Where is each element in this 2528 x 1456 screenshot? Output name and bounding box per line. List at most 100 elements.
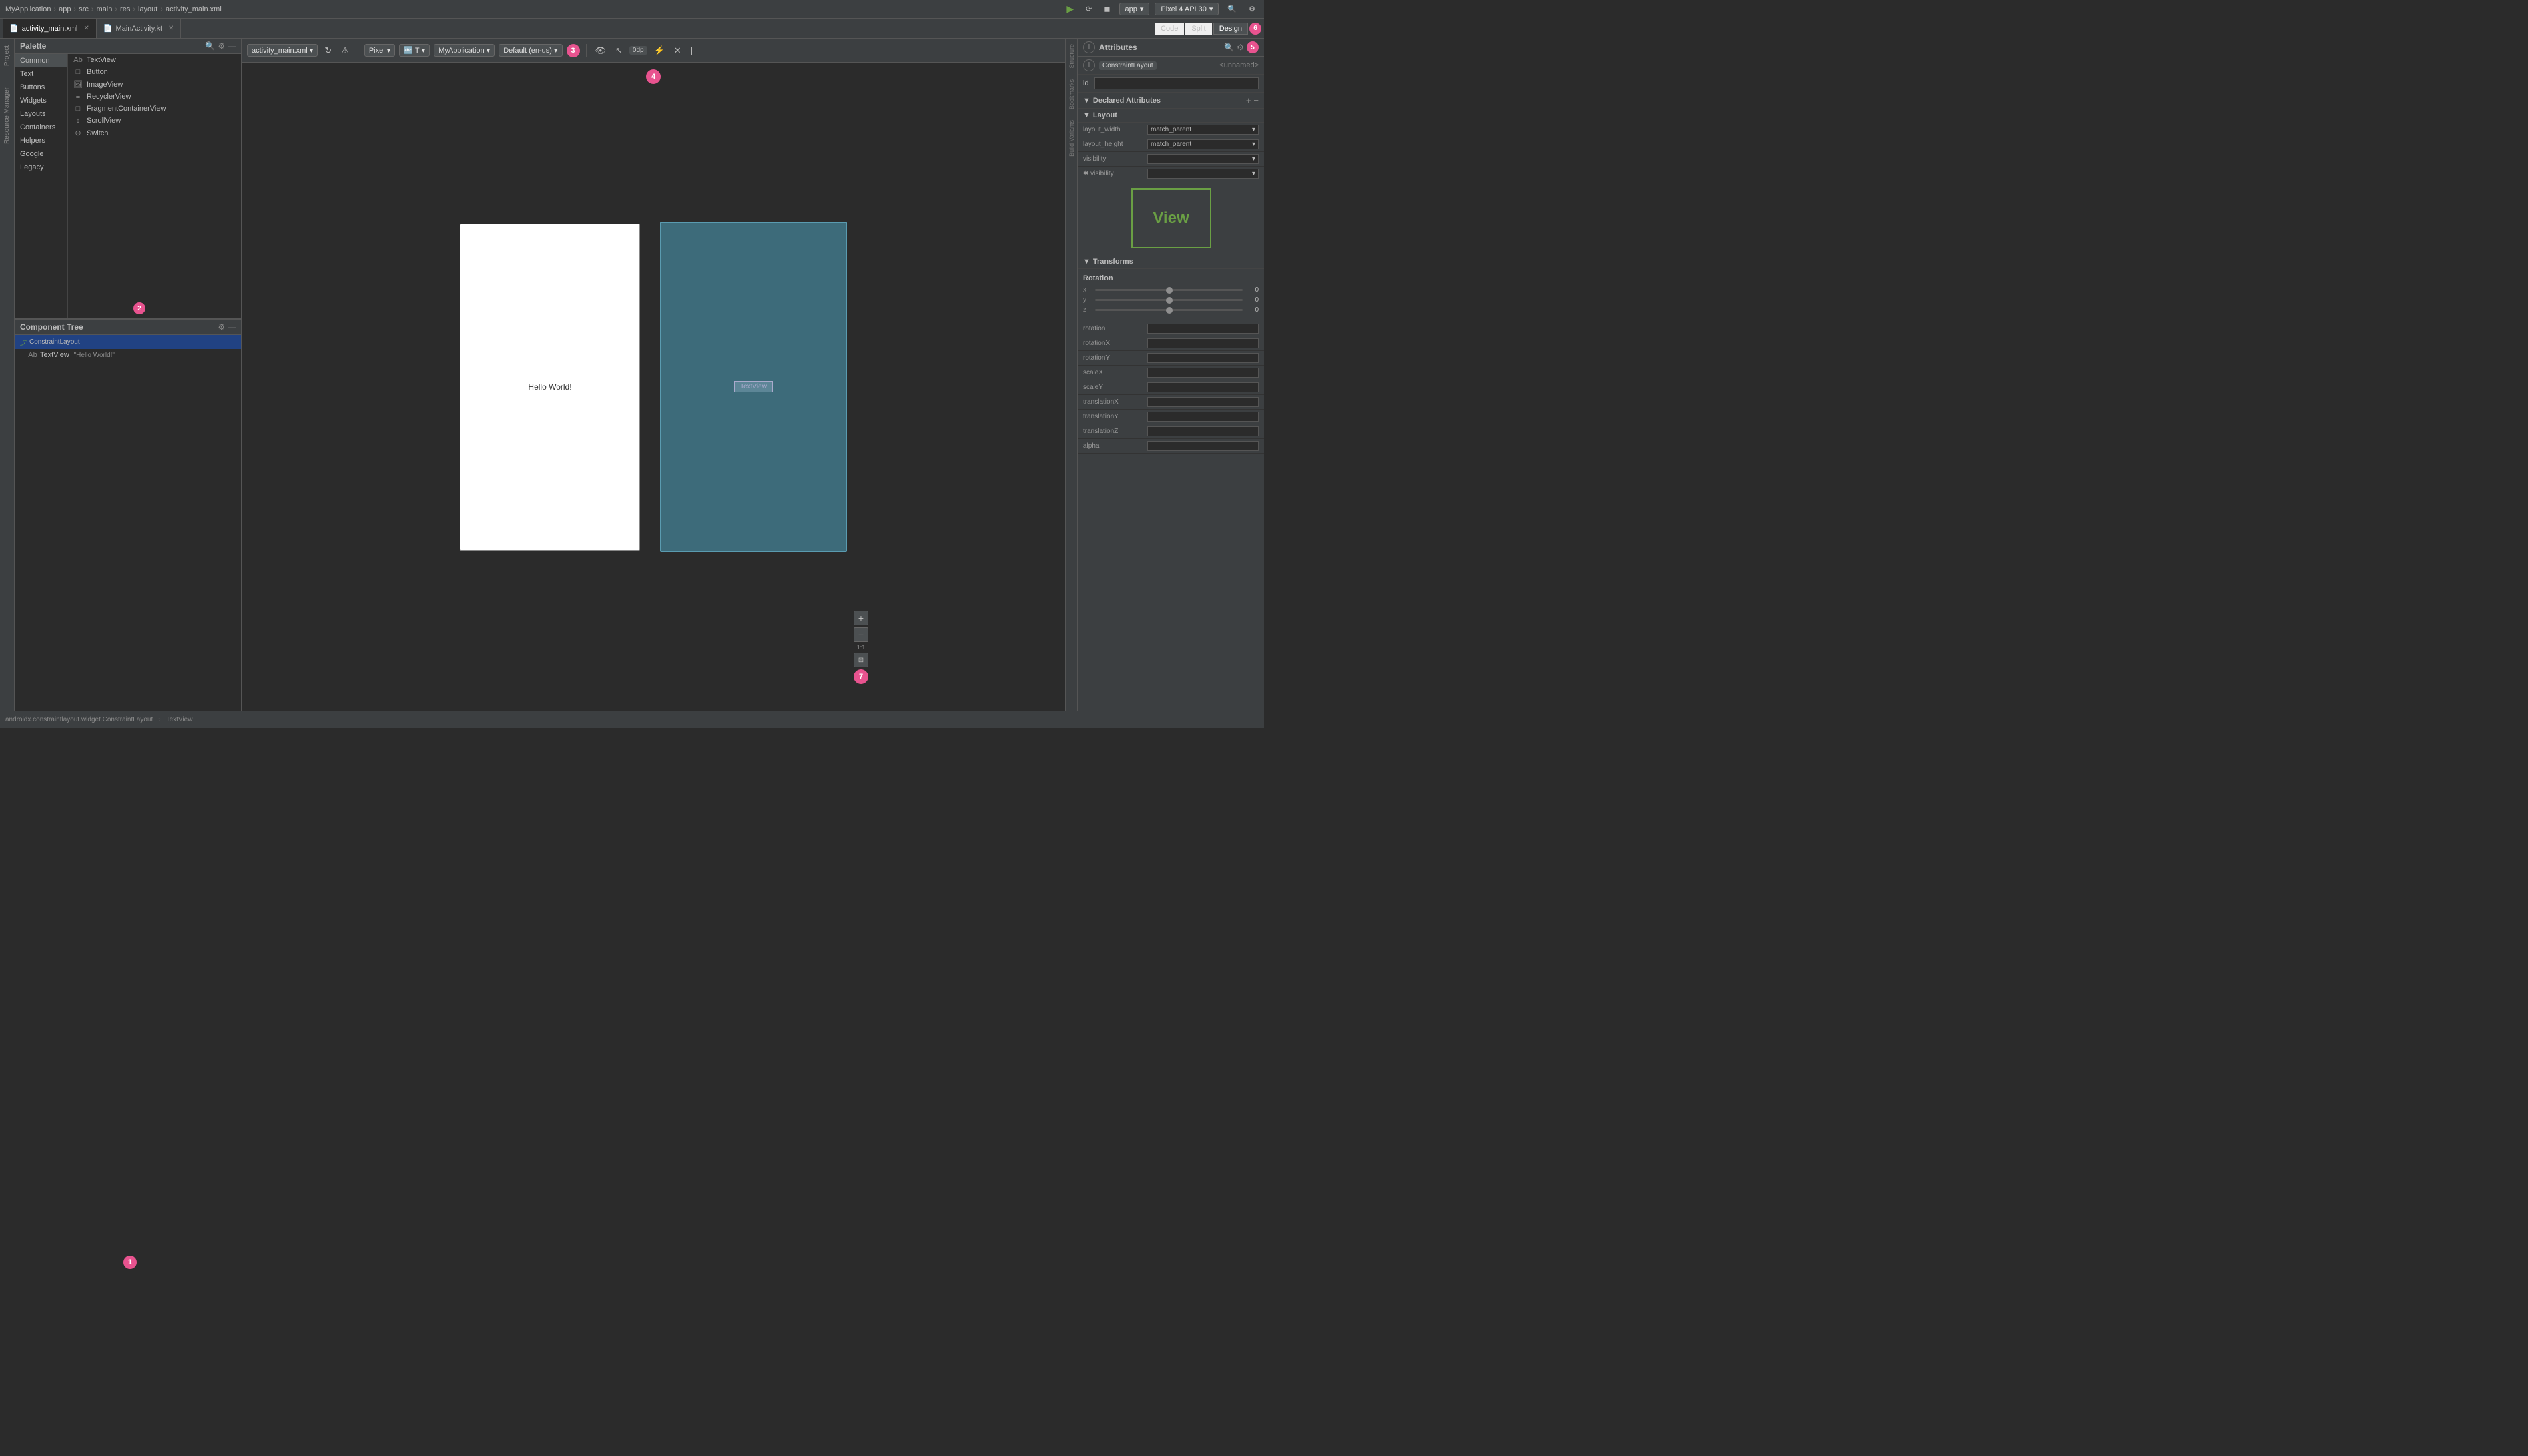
layout-width-dropdown[interactable]: match_parent ▾: [1147, 125, 1259, 135]
toolbar-select-button[interactable]: ↖: [613, 44, 625, 57]
add-attr-button[interactable]: +: [1246, 95, 1251, 105]
constraint-info-icon[interactable]: i: [1083, 59, 1095, 71]
pixel-dropdown[interactable]: Pixel ▾: [364, 44, 395, 57]
stop-button[interactable]: ◼: [1100, 3, 1113, 15]
toolbar-eye-button[interactable]: 👁: [593, 44, 609, 57]
layout-height-dropdown[interactable]: match_parent ▾: [1147, 139, 1259, 149]
rotationY-input[interactable]: [1147, 353, 1259, 363]
breadcrumb-file[interactable]: activity_main.xml: [166, 5, 222, 13]
step-over-button[interactable]: ⟳: [1082, 3, 1095, 15]
toolbar-clear-button[interactable]: ✕: [671, 44, 684, 57]
info-icon[interactable]: i: [1083, 41, 1095, 53]
code-view-button[interactable]: Code: [1155, 23, 1184, 35]
component-tree-panel: Component Tree ⚙ — 2 ⤴ ConstraintLayout …: [15, 319, 241, 711]
category-legacy[interactable]: Legacy: [15, 161, 67, 174]
tab-close-kt[interactable]: ✕: [168, 25, 174, 32]
breadcrumb-myapplication[interactable]: MyApplication: [5, 5, 51, 13]
remove-attr-button[interactable]: −: [1253, 95, 1259, 105]
declared-attributes-section[interactable]: ▼ Declared Attributes + −: [1078, 93, 1264, 109]
palette-item-scrollview[interactable]: ↕ ScrollView: [68, 115, 241, 127]
attr-search-button[interactable]: 🔍: [1224, 41, 1234, 53]
category-helpers[interactable]: Helpers: [15, 134, 67, 147]
toolbar-guides-button[interactable]: |: [688, 44, 695, 57]
breadcrumb-src[interactable]: src: [79, 5, 89, 13]
structure-tab[interactable]: Structure: [1068, 44, 1075, 69]
rotationX-input[interactable]: [1147, 338, 1259, 348]
category-buttons[interactable]: Buttons: [15, 81, 67, 94]
visibility-dropdown[interactable]: ▾: [1147, 154, 1259, 164]
resource-manager-tab[interactable]: Resource Manager: [3, 83, 11, 148]
toolbar-magnet-button[interactable]: ⚡: [651, 44, 667, 57]
transforms-section-header[interactable]: ▼ Transforms: [1078, 255, 1264, 269]
zoom-out-button[interactable]: −: [854, 627, 868, 642]
textview-blueprint-box[interactable]: TextView: [734, 381, 773, 392]
breadcrumb-app[interactable]: app: [59, 5, 71, 13]
palette-item-imageview[interactable]: 🖼 ImageView: [68, 78, 241, 91]
scaleX-input[interactable]: [1147, 368, 1259, 378]
tree-item-constraintlayout[interactable]: ⤴ ConstraintLayout: [15, 335, 241, 349]
translationY-input[interactable]: [1147, 412, 1259, 422]
category-containers[interactable]: Containers: [15, 121, 67, 134]
app-dropdown[interactable]: MyApplication ▾: [434, 44, 495, 57]
rotation-input[interactable]: [1147, 324, 1259, 334]
category-layouts[interactable]: Layouts: [15, 107, 67, 121]
palette-minimize-button[interactable]: —: [228, 41, 236, 51]
visibility-star-dropdown[interactable]: ▾: [1147, 169, 1259, 179]
rotation-y-slider[interactable]: [1095, 299, 1243, 301]
run-button[interactable]: ▶: [1063, 2, 1077, 16]
settings-button[interactable]: ⚙: [1245, 3, 1259, 15]
breadcrumb-res[interactable]: res: [120, 5, 130, 13]
locale-dropdown[interactable]: Default (en-us) ▾: [499, 44, 562, 57]
t-dropdown[interactable]: 🔤 T ▾: [399, 44, 430, 57]
zoom-fit-button[interactable]: ⊡: [854, 653, 868, 667]
tab-activity-main[interactable]: 📄 activity_main.xml ✕: [3, 19, 97, 38]
tree-item-textview[interactable]: Ab TextView "Hello World!": [15, 349, 241, 361]
category-widgets[interactable]: Widgets: [15, 94, 67, 107]
translationZ-input[interactable]: [1147, 426, 1259, 436]
app-selector[interactable]: app ▾: [1119, 3, 1150, 15]
palette-item-fragmentcontainer[interactable]: □ FragmentContainerView: [68, 103, 241, 115]
search-button[interactable]: 🔍: [1224, 3, 1240, 15]
rotation-x-thumb[interactable]: [1166, 287, 1173, 294]
translationX-input[interactable]: [1147, 397, 1259, 407]
attr-settings-button[interactable]: ⚙: [1237, 41, 1244, 53]
layout-section-header[interactable]: ▼ Layout: [1078, 109, 1264, 123]
breadcrumb-main[interactable]: main: [97, 5, 113, 13]
design-view-button[interactable]: Design: [1213, 23, 1248, 35]
toolbar-orient-button[interactable]: ↻: [322, 44, 334, 57]
layout-width-arrow: ▾: [1252, 126, 1255, 133]
category-google[interactable]: Google: [15, 147, 67, 161]
rotation-y-thumb[interactable]: [1166, 297, 1173, 304]
translationX-label: translationX: [1083, 398, 1143, 406]
tab-close-xml[interactable]: ✕: [83, 25, 89, 32]
toolbar-warn-button[interactable]: ⚠: [338, 44, 352, 57]
split-view-button[interactable]: Split: [1185, 23, 1211, 35]
scaleY-input[interactable]: [1147, 382, 1259, 392]
id-input[interactable]: [1094, 77, 1259, 89]
palette-search-button[interactable]: 🔍: [205, 41, 215, 51]
rotation-z-thumb[interactable]: [1166, 307, 1173, 314]
palette-item-button[interactable]: □ Button: [68, 66, 241, 78]
alpha-input[interactable]: [1147, 441, 1259, 451]
tab-main-activity[interactable]: 📄 MainActivity.kt ✕: [97, 19, 182, 38]
file-dropdown[interactable]: activity_main.xml ▾: [247, 44, 318, 57]
component-tree-settings[interactable]: ⚙: [218, 322, 225, 332]
badge-5: 5: [1247, 41, 1259, 53]
rotation-label: Rotation: [1083, 274, 1259, 282]
build-variants-tab[interactable]: Build Variants: [1068, 120, 1075, 157]
zoom-in-button[interactable]: +: [854, 611, 868, 625]
button-icon: □: [73, 68, 83, 76]
bookmarks-tab[interactable]: Bookmarks: [1068, 79, 1075, 109]
project-tab[interactable]: Project: [3, 41, 11, 70]
breadcrumb-layout[interactable]: layout: [138, 5, 157, 13]
category-common[interactable]: Common: [15, 54, 67, 67]
rotation-x-slider[interactable]: [1095, 289, 1243, 291]
palette-item-switch[interactable]: ⊙ Switch: [68, 127, 241, 139]
category-text[interactable]: Text: [15, 67, 67, 81]
palette-item-textview[interactable]: Ab TextView: [68, 54, 241, 66]
component-tree-minimize[interactable]: —: [228, 322, 236, 332]
palette-item-recyclerview[interactable]: ≡ RecyclerView: [68, 91, 241, 103]
palette-settings-button[interactable]: ⚙: [218, 41, 225, 51]
rotation-z-slider[interactable]: [1095, 309, 1243, 311]
device-selector[interactable]: Pixel 4 API 30 ▾: [1155, 3, 1219, 15]
